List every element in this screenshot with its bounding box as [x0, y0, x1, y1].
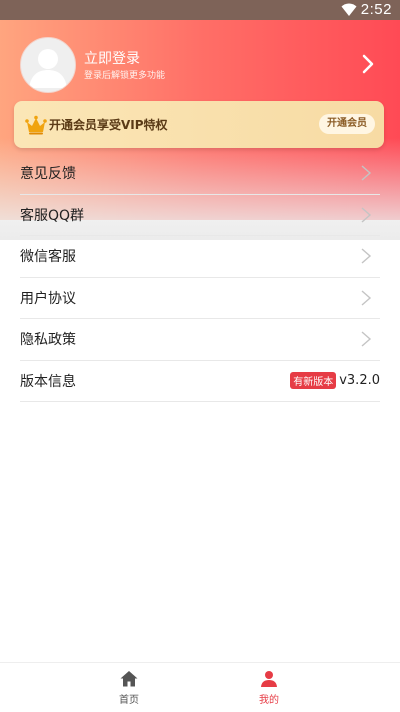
chevron-right-icon[interactable]: [358, 54, 378, 74]
settings-menu: 意见反馈 客服QQ群 微信客服 用户协议 隐私政策 版本信息 有新版本 v3.2…: [0, 153, 400, 402]
version-number: v3.2.0: [339, 373, 380, 388]
status-time: 2:52: [360, 1, 392, 18]
menu-item-label: 客服QQ群: [20, 207, 85, 224]
bottom-nav: 首页 我的: [0, 662, 400, 712]
menu-item-wechat-service[interactable]: 微信客服: [20, 236, 380, 278]
chevron-right-icon: [361, 206, 372, 223]
tab-mine[interactable]: 我的: [169, 663, 369, 712]
chevron-right-icon: [361, 289, 372, 306]
menu-item-user-agreement[interactable]: 用户协议: [20, 278, 380, 319]
avatar[interactable]: [20, 37, 76, 93]
chevron-right-icon: [361, 165, 372, 181]
home-icon: [120, 671, 138, 687]
chevron-right-icon: [361, 248, 372, 264]
menu-item-version[interactable]: 版本信息 有新版本 v3.2.0: [20, 361, 380, 402]
version-info: 有新版本 v3.2.0: [290, 361, 380, 401]
chevron-right-icon: [361, 331, 372, 347]
menu-item-label: 版本信息: [20, 373, 76, 390]
menu-item-label: 意见反馈: [20, 166, 76, 183]
status-bar: 2:52: [0, 0, 400, 20]
new-version-badge: 有新版本: [290, 372, 337, 389]
default-avatar-icon: [29, 49, 67, 88]
login-subtitle: 登录后解锁更多功能: [84, 71, 166, 81]
menu-item-label: 隐私政策: [20, 332, 76, 349]
status-icons: 2:52: [341, 1, 392, 18]
menu-item-privacy-policy[interactable]: 隐私政策: [20, 319, 380, 361]
menu-item-label: 微信客服: [20, 249, 76, 266]
open-vip-button[interactable]: 开通会员: [319, 114, 375, 134]
login-title[interactable]: 立即登录: [84, 48, 140, 68]
vip-banner[interactable]: 开通会员享受VIP特权 开通会员: [14, 101, 384, 148]
vip-text: 开通会员享受VIP特权: [49, 118, 168, 132]
menu-item-qq-group[interactable]: 客服QQ群: [20, 195, 380, 236]
wifi-icon: [341, 3, 357, 16]
person-icon: [261, 671, 277, 687]
tab-label: 我的: [259, 695, 279, 706]
tab-label: 首页: [119, 695, 139, 706]
crown-icon: [25, 115, 47, 135]
menu-item-feedback[interactable]: 意见反馈: [20, 153, 380, 195]
menu-item-label: 用户协议: [20, 290, 76, 307]
